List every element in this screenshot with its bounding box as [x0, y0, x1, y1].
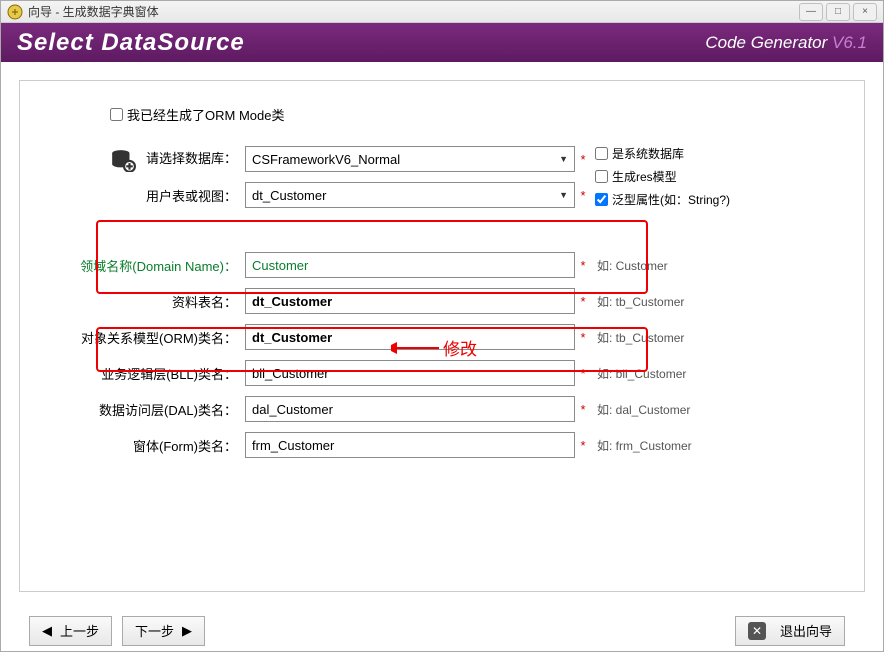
required-star: * [575, 258, 591, 273]
table-name-input[interactable]: dt_Customer [245, 288, 575, 314]
label: 资料表名： [50, 292, 245, 311]
required-star: * [575, 438, 591, 453]
domain-hint: 如: Customer [591, 257, 668, 274]
window-title: 向导 - 生成数据字典窗体 [28, 3, 799, 20]
form-class-row: 窗体(Form)类名： frm_Customer * 如: frm_Custom… [50, 432, 834, 458]
hint: 如: tb_Customer [591, 293, 684, 310]
hint: 如: tb_Customer [591, 329, 684, 346]
required-star: * [575, 188, 591, 203]
hero-banner: Select DataSource Code Generator V6.1 [1, 23, 883, 62]
table-label: 用户表或视图： [50, 186, 245, 205]
domain-input[interactable]: Customer [245, 252, 575, 278]
orm-generated-label: 我已经生成了ORM Mode类 [127, 105, 284, 124]
content-area: 我已经生成了ORM Mode类 请选择数据库： CSFrameworkV6_No… [1, 62, 883, 610]
required-star: * [575, 402, 591, 417]
domain-row: 领域名称(Domain Name)： Customer * 如: Custome… [50, 252, 834, 278]
minimize-button[interactable]: — [799, 3, 823, 21]
window-controls: — □ × [799, 3, 877, 21]
prev-button[interactable]: ◀ 上一步 [29, 616, 112, 646]
orm-class-row: 对象关系模型(ORM)类名： dt_Customer * 如: tb_Custo… [50, 324, 834, 350]
bll-class-row: 业务逻辑层(BLL)类名： bll_Customer * 如: bll_Cust… [50, 360, 834, 386]
form-class-input[interactable]: frm_Customer [245, 432, 575, 458]
resmodel-checkbox-row[interactable]: 生成res模型 [595, 168, 730, 185]
hint: 如: bll_Customer [591, 365, 686, 382]
dal-class-row: 数据访问层(DAL)类名： dal_Customer * 如: dal_Cust… [50, 396, 834, 422]
side-options: 是系统数据库 生成res模型 泛型属性(如：String?) [595, 145, 730, 208]
prev-arrow-icon: ◀ [42, 623, 52, 639]
titlebar: 向导 - 生成数据字典窗体 — □ × [1, 1, 883, 23]
label: 窗体(Form)类名： [50, 436, 245, 455]
wizard-window: 向导 - 生成数据字典窗体 — □ × Select DataSource Co… [0, 0, 884, 652]
database-icon [110, 149, 136, 171]
required-star: * [575, 294, 591, 309]
label: 数据访问层(DAL)类名： [50, 400, 245, 419]
domain-label: 领域名称(Domain Name)： [50, 256, 245, 275]
bll-class-input[interactable]: bll_Customer [245, 360, 575, 386]
maximize-button[interactable]: □ [826, 3, 850, 21]
generic-checkbox-row[interactable]: 泛型属性(如：String?) [595, 191, 730, 208]
required-star: * [575, 152, 591, 167]
database-combo[interactable]: CSFrameworkV6_Normal [245, 146, 575, 172]
database-label-cell: 请选择数据库： [50, 148, 245, 171]
page-title: Select DataSource [17, 29, 245, 57]
table-name-row: 资料表名： dt_Customer * 如: tb_Customer [50, 288, 834, 314]
table-combo[interactable]: dt_Customer [245, 182, 575, 208]
label: 对象关系模型(ORM)类名： [50, 328, 245, 347]
required-star: * [575, 330, 591, 345]
orm-class-input[interactable]: dt_Customer [245, 324, 575, 350]
sysdb-checkbox[interactable] [595, 147, 608, 160]
hint: 如: frm_Customer [591, 437, 692, 454]
close-button[interactable]: × [853, 3, 877, 21]
sysdb-checkbox-row[interactable]: 是系统数据库 [595, 145, 730, 162]
exit-button[interactable]: ✕ 退出向导 [735, 616, 845, 646]
resmodel-checkbox[interactable] [595, 170, 608, 183]
dal-class-input[interactable]: dal_Customer [245, 396, 575, 422]
hint: 如: dal_Customer [591, 401, 690, 418]
next-button[interactable]: 下一步 ▶ [122, 616, 205, 646]
label: 业务逻辑层(BLL)类名： [50, 364, 245, 383]
form-panel: 我已经生成了ORM Mode类 请选择数据库： CSFrameworkV6_No… [19, 80, 865, 592]
product-label: Code Generator V6.1 [705, 33, 867, 53]
generic-checkbox[interactable] [595, 193, 608, 206]
footer: ◀ 上一步 下一步 ▶ ✕ 退出向导 [1, 610, 883, 651]
close-icon: ✕ [748, 622, 766, 640]
orm-generated-checkbox[interactable] [110, 108, 123, 121]
orm-generated-checkbox-row: 我已经生成了ORM Mode类 [110, 105, 834, 124]
required-star: * [575, 366, 591, 381]
app-icon [7, 4, 23, 20]
next-arrow-icon: ▶ [182, 623, 192, 639]
